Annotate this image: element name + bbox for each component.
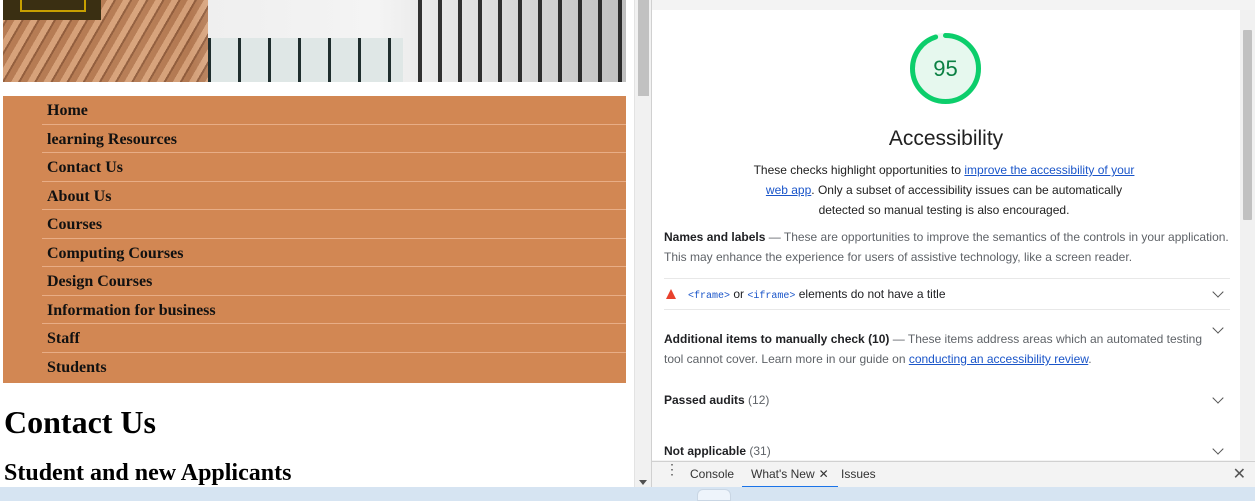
- category-description: These checks highlight opportunities to …: [753, 163, 1135, 217]
- fail-triangle-icon: [666, 289, 676, 299]
- nav-item-home[interactable]: Home: [42, 96, 626, 125]
- nav-item-contact-us[interactable]: Contact Us: [42, 153, 626, 182]
- scrollbar-thumb[interactable]: [1243, 30, 1252, 220]
- site-navigation: Home learning Resources Contact Us About…: [3, 96, 626, 383]
- page-heading: Contact Us: [4, 404, 156, 440]
- lighthouse-scrollbar[interactable]: [1240, 10, 1255, 460]
- chevron-down-icon[interactable]: [1212, 443, 1224, 455]
- website-scrollbar[interactable]: [634, 0, 651, 487]
- hero-banner-image: [3, 0, 626, 82]
- tab-whats-new[interactable]: What's New ✕: [742, 462, 838, 488]
- chevron-down-icon[interactable]: [1212, 286, 1224, 298]
- os-taskbar: [0, 487, 1255, 501]
- close-tab-icon[interactable]: ✕: [819, 467, 829, 481]
- nav-item-students[interactable]: Students: [42, 353, 626, 382]
- chevron-down-icon[interactable]: [1212, 392, 1224, 404]
- tab-console[interactable]: Console: [690, 462, 734, 488]
- nav-item-design-courses[interactable]: Design Courses: [42, 267, 626, 296]
- devtools-drawer-tabbar: ⋮ Console What's New ✕ Issues ✕: [652, 461, 1255, 488]
- page-subheading: Student and new Applicants: [4, 460, 292, 486]
- group-title: Names and labels: [664, 230, 766, 244]
- site-logo[interactable]: [3, 0, 101, 20]
- close-drawer-icon[interactable]: ✕: [1233, 464, 1246, 484]
- devtools-panel: 95 Accessibility These checks highlight …: [651, 0, 1255, 488]
- chevron-down-icon[interactable]: [1212, 322, 1224, 334]
- website-viewport: Home learning Resources Contact Us About…: [0, 0, 634, 487]
- passed-audits-group[interactable]: Passed audits (12): [664, 393, 769, 407]
- scroll-down-arrow-icon[interactable]: [639, 480, 647, 485]
- nav-item-information-for-business[interactable]: Information for business: [42, 296, 626, 324]
- tab-issues[interactable]: Issues: [841, 462, 876, 488]
- nav-item-learning-resources[interactable]: learning Resources: [42, 125, 626, 153]
- scrollbar-thumb[interactable]: [638, 0, 649, 96]
- more-options-icon[interactable]: ⋮: [665, 462, 679, 481]
- lighthouse-report: 95 Accessibility These checks highlight …: [652, 10, 1240, 460]
- category-title: Accessibility: [888, 127, 1004, 150]
- nav-item-staff[interactable]: Staff: [42, 324, 626, 353]
- nav-item-courses[interactable]: Courses: [42, 210, 626, 239]
- accessibility-review-link[interactable]: conducting an accessibility review: [909, 352, 1088, 366]
- nav-item-computing-courses[interactable]: Computing Courses: [42, 239, 626, 267]
- names-and-labels-group: Names and labels — These are opportuniti…: [664, 230, 1229, 264]
- audit-frame-title[interactable]: <frame> or <iframe> elements do not have…: [664, 278, 1230, 310]
- taskbar-app-icon[interactable]: [697, 489, 731, 501]
- nav-item-about-us[interactable]: About Us: [42, 182, 626, 210]
- not-applicable-group[interactable]: Not applicable (31): [664, 444, 771, 458]
- manual-check-group[interactable]: Additional items to manually check (10) …: [664, 329, 1204, 369]
- accessibility-score: 95: [933, 56, 958, 81]
